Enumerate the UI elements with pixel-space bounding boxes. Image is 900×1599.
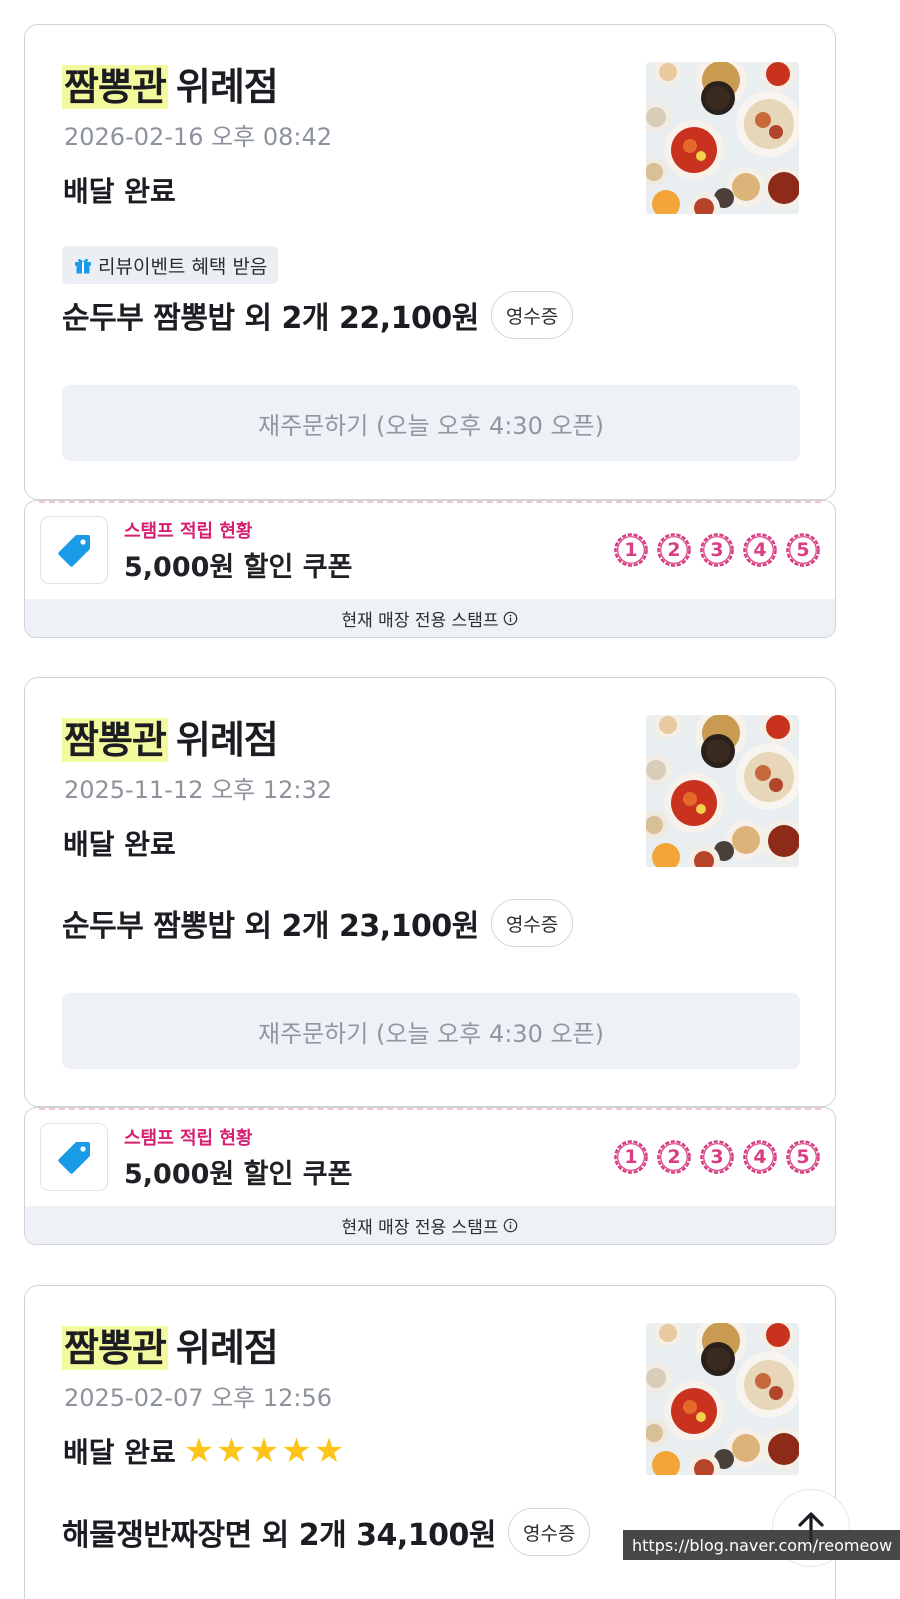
order-date: 2025-02-07 오후 12:56: [64, 1384, 333, 1412]
receipt-button[interactable]: 영수증: [490, 291, 574, 339]
coupon-name: 5,000원 할인 쿠폰: [124, 1159, 353, 1190]
order-status: 배달 완료: [63, 170, 176, 210]
stamp-card[interactable]: 스탬프 적립 현황 5,000원 할인 쿠폰 1 2 3 4 5 현재 매장 전…: [24, 500, 836, 638]
stamp-number: 5: [796, 539, 810, 561]
store-branch: 위례점: [175, 65, 279, 109]
gift-icon: [75, 258, 91, 274]
stamp-slot: 4: [741, 1138, 779, 1176]
store-name[interactable]: 짬뽕관 위례점: [62, 61, 279, 113]
stamp-number: 1: [624, 1146, 638, 1168]
stamp-slot: 1: [612, 1138, 650, 1176]
store-brand: 짬뽕관: [62, 65, 168, 109]
stamp-slot: 5: [784, 1138, 822, 1176]
stamp-title: 스탬프 적립 현황: [124, 521, 253, 542]
star-icon: ★: [183, 1431, 215, 1471]
tear-divider: [39, 1108, 821, 1110]
order-status: 배달 완료: [63, 823, 176, 863]
stamp-title: 스탬프 적립 현황: [124, 1128, 253, 1149]
order-group: 짬뽕관 위례점 2026-02-16 오후 08:42 배달 완료 리뷰이벤트 혜…: [24, 24, 836, 638]
stamp-slot: 3: [698, 531, 736, 569]
store-branch: 위례점: [175, 718, 279, 762]
order-items: 순두부 짬뽕밥 외 2개 23,100원: [62, 909, 479, 944]
store-brand: 짬뽕관: [62, 1326, 168, 1370]
stamp-slot: 5: [784, 531, 822, 569]
star-icon: ★: [248, 1431, 280, 1471]
tear-divider: [39, 501, 821, 503]
coupon-name: 5,000원 할인 쿠폰: [124, 552, 353, 583]
stamp-number: 2: [667, 1146, 681, 1168]
order-status-text: 배달 완료: [63, 1436, 176, 1469]
review-event-badge: 리뷰이벤트 혜택 받음: [62, 246, 279, 284]
food-thumbnail[interactable]: [646, 62, 799, 214]
review-event-text: 리뷰이벤트 혜택 받음: [98, 255, 268, 278]
store-name[interactable]: 짬뽕관 위례점: [62, 714, 279, 766]
stamp-slot: 4: [741, 531, 779, 569]
stamp-card[interactable]: 스탬프 적립 현황 5,000원 할인 쿠폰 1 2 3 4 5 현재 매장 전…: [24, 1107, 836, 1245]
price-tag-icon: [58, 535, 90, 567]
store-branch: 위례점: [175, 1326, 279, 1370]
order-card[interactable]: 짬뽕관 위례점 2025-11-12 오후 12:32 배달 완료 순두부 짬뽕밥…: [24, 677, 836, 1107]
price-tag-icon: [58, 1142, 90, 1174]
stamp-slot: 2: [655, 531, 693, 569]
stamp-footer[interactable]: 현재 매장 전용 스탬프: [25, 599, 835, 637]
info-icon[interactable]: [503, 1218, 518, 1233]
stamp-footer[interactable]: 현재 매장 전용 스탬프: [25, 1206, 835, 1244]
receipt-button[interactable]: 영수증: [490, 899, 574, 947]
stamp-slot: 1: [612, 531, 650, 569]
stamp-number: 3: [710, 539, 724, 561]
food-thumbnail[interactable]: [646, 715, 799, 867]
stamp-slots: 1 2 3 4 5: [612, 531, 822, 569]
order-date: 2025-11-12 오후 12:32: [64, 776, 333, 804]
stamp-slot: 3: [698, 1138, 736, 1176]
store-brand: 짬뽕관: [62, 718, 168, 762]
order-group: 짬뽕관 위례점 2025-11-12 오후 12:32 배달 완료 순두부 짬뽕밥…: [24, 677, 836, 1245]
store-name[interactable]: 짬뽕관 위례점: [62, 1322, 279, 1374]
order-card[interactable]: 짬뽕관 위례점 2026-02-16 오후 08:42 배달 완료 리뷰이벤트 혜…: [24, 24, 836, 500]
rating-stars: ★ ★ ★ ★ ★: [183, 1431, 346, 1471]
order-status-text: 배달 완료: [63, 175, 176, 208]
food-thumbnail[interactable]: [646, 1323, 799, 1475]
star-icon: ★: [216, 1431, 247, 1471]
stamp-slots: 1 2 3 4 5: [612, 1138, 822, 1176]
watermark: https://blog.naver.com/reomeow: [623, 1530, 900, 1560]
order-date: 2026-02-16 오후 08:42: [64, 123, 333, 151]
stamp-number: 1: [624, 539, 638, 561]
star-icon: ★: [281, 1431, 312, 1471]
stamp-number: 5: [796, 1146, 810, 1168]
order-summary: 순두부 짬뽕밥 외 2개 23,100원 영수증: [62, 899, 574, 947]
order-status: 배달 완료 ★ ★ ★ ★ ★: [63, 1431, 346, 1471]
info-icon[interactable]: [503, 611, 518, 626]
order-summary: 순두부 짬뽕밥 외 2개 22,100원 영수증: [62, 291, 574, 339]
star-icon: ★: [313, 1431, 345, 1471]
order-summary: 해물쟁반짜장면 외 2개 34,100원 영수증: [62, 1508, 591, 1556]
stamp-number: 4: [753, 539, 767, 561]
stamp-slot: 2: [655, 1138, 693, 1176]
stamp-footer-text: 현재 매장 전용 스탬프: [341, 610, 499, 631]
stamp-number: 3: [710, 1146, 724, 1168]
coupon-icon-box: [40, 1123, 108, 1191]
stamp-number: 2: [667, 539, 681, 561]
stamp-footer-text: 현재 매장 전용 스탬프: [341, 1217, 499, 1238]
order-items: 해물쟁반짜장면 외 2개 34,100원: [62, 1518, 496, 1553]
reorder-button[interactable]: 재주문하기 (오늘 오후 4:30 오픈): [62, 993, 800, 1069]
coupon-icon-box: [40, 516, 108, 584]
order-history-page: 짬뽕관 위례점 2026-02-16 오후 08:42 배달 완료 리뷰이벤트 혜…: [0, 0, 900, 1599]
stamp-number: 4: [753, 1146, 767, 1168]
reorder-button[interactable]: 재주문하기 (오늘 오후 4:30 오픈): [62, 385, 800, 461]
receipt-button[interactable]: 영수증: [507, 1508, 591, 1556]
order-status-text: 배달 완료: [63, 828, 176, 861]
order-items: 순두부 짬뽕밥 외 2개 22,100원: [62, 301, 479, 336]
